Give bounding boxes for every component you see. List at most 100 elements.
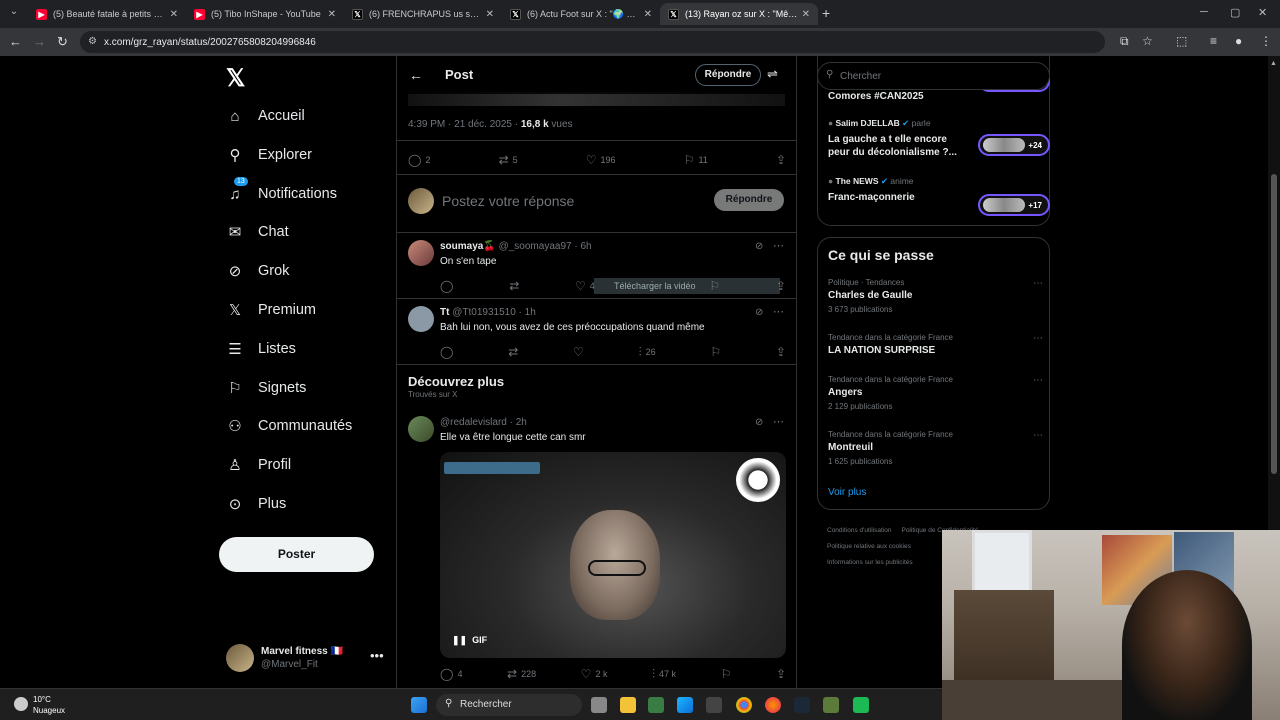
filter-icon[interactable]: ⇌ — [767, 66, 778, 82]
x-logo-icon[interactable]: 𝕏 — [226, 64, 245, 93]
reload-icon[interactable]: ↻ — [57, 34, 68, 50]
extensions-icon[interactable]: ⬚ — [1176, 34, 1187, 48]
browser-tab-2[interactable]: ▶ (5) Tibo InShape - YouTube ✕ — [186, 3, 344, 25]
reading-list-icon[interactable]: ≡ — [1210, 34, 1217, 48]
new-tab-icon[interactable]: + — [822, 5, 830, 21]
views-action[interactable]: ⫶ 26 — [639, 345, 656, 360]
bookmark-action[interactable]: ⚐ — [710, 345, 721, 359]
like-action[interactable]: ♡ 4 — [575, 279, 595, 293]
back-icon[interactable]: ← — [9, 34, 22, 49]
post-button[interactable]: Poster — [219, 537, 374, 572]
nav-item-home[interactable]: ⌂ Accueil — [226, 101, 304, 131]
task-view-icon[interactable] — [591, 697, 607, 713]
nav-item-profile[interactable]: ♙ Profil — [226, 450, 291, 480]
gif-badge[interactable]: ❚❚ GIF — [452, 635, 487, 646]
taskbar-search[interactable]: ⚲ Rechercher — [436, 694, 582, 716]
windows-start-icon[interactable] — [411, 697, 427, 713]
grok-icon[interactable]: ⊘ — [755, 417, 763, 428]
space-item[interactable]: ● Salim DJELLAB ✔ parle La gauche a t el… — [828, 118, 1050, 159]
footer-link[interactable]: Informations sur les publicités — [827, 559, 913, 566]
browser-tab-4[interactable]: 𝕏 (6) Actu Foot sur X : "🌍 LA PL ✕ — [502, 3, 660, 25]
nav-item-lists[interactable]: ☰ Listes — [226, 334, 296, 364]
nav-item-explore[interactable]: ⚲ Explorer — [226, 140, 313, 170]
menu-kebab-icon[interactable]: ⋮ — [1260, 34, 1272, 48]
reply-header-button[interactable]: Répondre — [695, 64, 761, 86]
author-name[interactable]: Tt — [440, 307, 449, 318]
browser-tab-5[interactable]: 𝕏 (13) Rayan oz sur X : "Même à ✕ — [660, 3, 818, 25]
cast-icon[interactable]: ⧉ — [1120, 34, 1129, 49]
nav-item-notifications[interactable]: ♫ 13 Notifications — [226, 177, 337, 209]
like-action[interactable]: ♡ 196 — [586, 153, 616, 167]
reply-action[interactable]: ◯ 4 — [440, 667, 462, 681]
reply-submit-button[interactable]: Répondre — [714, 189, 784, 211]
show-more-link[interactable]: Voir plus — [828, 487, 866, 498]
nav-item-bookmarks[interactable]: ⚐ Signets — [226, 373, 306, 403]
share-action[interactable]: ⇪ — [776, 667, 786, 681]
trend-item[interactable]: Tendance dans la catégorie France Montre… — [828, 430, 1043, 466]
more-icon[interactable]: ⋯ — [773, 305, 784, 318]
more-icon[interactable]: ⋯ — [1033, 333, 1043, 344]
more-icon[interactable]: ⋯ — [1033, 375, 1043, 386]
nav-item-communities[interactable]: ⚇ Communautés — [226, 411, 352, 441]
nav-item-chat[interactable]: ✉ Chat — [226, 217, 289, 247]
like-action[interactable]: ♡ — [573, 345, 584, 359]
reply-action[interactable]: ◯ — [440, 279, 453, 293]
site-info-icon[interactable]: ⚙ — [88, 36, 97, 47]
tab-search-icon[interactable]: ⌄ — [6, 6, 22, 22]
close-window-icon[interactable]: ✕ — [1258, 6, 1267, 19]
browser-tab-3[interactable]: 𝕏 (6) FRENCHRAPUS us sur X : " ✕ — [344, 3, 502, 25]
more-icon[interactable]: ••• — [370, 648, 384, 663]
video-player[interactable] — [408, 92, 785, 106]
app-icon[interactable] — [706, 697, 722, 713]
trend-item[interactable]: Tendance dans la catégorie France Angers… — [828, 375, 1043, 411]
search-input[interactable]: Chercher — [817, 62, 1050, 90]
close-tab-icon[interactable]: ✕ — [328, 9, 336, 20]
minimize-icon[interactable]: ─ — [1200, 6, 1208, 18]
url-field[interactable]: x.com/grz_rayan/status/20027658082049968… — [80, 31, 1105, 53]
download-video-overlay[interactable]: Télécharger la vidéo — [594, 278, 780, 294]
grok-icon[interactable]: ⊘ — [755, 241, 763, 252]
app-icon[interactable] — [823, 697, 839, 713]
repost-action[interactable]: ⇄ — [509, 279, 519, 293]
trend-item[interactable]: Tendance dans la catégorie France LA NAT… — [828, 333, 1043, 356]
gif-media[interactable]: ❚❚ GIF — [440, 452, 786, 658]
author-name[interactable]: soumaya🍒 — [440, 241, 496, 252]
avatar[interactable] — [408, 240, 434, 266]
grok-icon[interactable]: ⊘ — [755, 307, 763, 318]
like-action[interactable]: ♡ 2 k — [581, 667, 608, 681]
views-action[interactable]: ⫶ 47 k — [652, 667, 676, 682]
repost-action[interactable]: ⇄ 228 — [507, 667, 536, 681]
nav-item-more[interactable]: ⊙ Plus — [226, 489, 287, 519]
author-handle[interactable]: @redalevislard · 2h — [440, 417, 527, 428]
reply-input[interactable]: Postez votre réponse — [442, 193, 574, 209]
more-icon[interactable]: ⋯ — [773, 415, 784, 428]
file-explorer-icon[interactable] — [620, 697, 636, 713]
space-item[interactable]: ● The NEWS ✔ anime Franc-maçonnerie +17 — [828, 176, 1050, 216]
scrollbar-thumb[interactable] — [1271, 174, 1277, 474]
reply-tweet[interactable]: Tt @Tt01931510 · 1h Bah lui non, vous av… — [397, 298, 796, 364]
avatar[interactable] — [408, 416, 434, 442]
account-switcher[interactable]: Marvel fitness 🇫🇷 @Marvel_Fit ••• — [226, 644, 396, 674]
back-arrow-icon[interactable]: ← — [409, 67, 423, 83]
share-action[interactable]: ⇪ — [776, 153, 786, 167]
edge-icon[interactable] — [677, 697, 693, 713]
app-icon[interactable] — [648, 697, 664, 713]
nav-item-premium[interactable]: 𝕏 Premium — [226, 295, 316, 325]
chrome-icon[interactable] — [736, 697, 752, 713]
browser-tab-1[interactable]: ▶ (5) Beauté fatale à petits prix | ✕ — [28, 3, 186, 25]
repost-action[interactable]: ⇄ — [508, 345, 518, 359]
footer-link[interactable]: Conditions d'utilisation — [827, 527, 891, 534]
avatar[interactable] — [408, 306, 434, 332]
close-tab-icon[interactable]: ✕ — [170, 9, 178, 20]
firefox-icon[interactable] — [765, 697, 781, 713]
repost-action[interactable]: ⇄ 5 — [499, 153, 518, 167]
footer-link[interactable]: Politique relative aux cookies — [827, 543, 911, 550]
close-tab-icon[interactable]: ✕ — [802, 9, 810, 20]
maximize-icon[interactable]: ▢ — [1230, 6, 1240, 19]
profile-avatar-icon[interactable]: ● — [1235, 34, 1242, 48]
trend-item[interactable]: Politique · Tendances Charles de Gaulle … — [828, 278, 1043, 314]
close-tab-icon[interactable]: ✕ — [644, 9, 652, 20]
more-icon[interactable]: ⋯ — [773, 239, 784, 252]
close-tab-icon[interactable]: ✕ — [486, 9, 494, 20]
bookmark-star-icon[interactable]: ☆ — [1142, 34, 1153, 48]
